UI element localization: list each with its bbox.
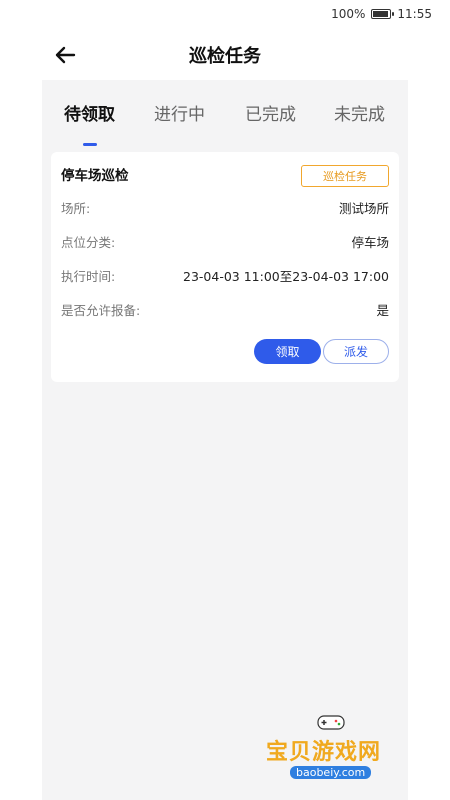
tab-pending[interactable]: 待领取 [64, 100, 115, 125]
row-allow-report: 是否允许报备: 是 [61, 300, 389, 319]
row-label: 执行时间: [61, 269, 116, 284]
row-value: 测试场所 [338, 201, 389, 216]
task-card[interactable]: 停车场巡检 巡检任务 场所: 测试场所 点位分类: 停车场 执行时间: 23-0… [51, 152, 399, 382]
watermark-url: baobeiy.com [290, 766, 372, 779]
task-title: 停车场巡检 [61, 168, 129, 184]
row-value: 是 [376, 303, 389, 318]
tab-bar: 待领取 进行中 已完成 未完成 [42, 96, 408, 146]
row-value: 23-04-03 11:00至23-04-03 17:00 [183, 269, 389, 284]
row-location: 场所: 测试场所 [61, 198, 389, 217]
clock: 11:55 [397, 7, 432, 21]
tab-in-progress[interactable]: 进行中 [154, 100, 205, 125]
tab-incomplete[interactable]: 未完成 [334, 100, 385, 125]
row-exec-time: 执行时间: 23-04-03 11:00至23-04-03 17:00 [61, 266, 389, 285]
task-type-badge: 巡检任务 [301, 165, 389, 187]
watermark-text: 宝贝游戏网 [266, 740, 382, 765]
content-panel: 待领取 进行中 已完成 未完成 停车场巡检 巡检任务 场所: 测试场所 点位分类… [42, 80, 408, 800]
status-right: 100% 11:55 [331, 7, 432, 21]
row-value: 停车场 [351, 235, 389, 250]
battery-percent: 100% [331, 7, 366, 21]
gamepad-icon [316, 712, 346, 732]
status-bar: 100% 11:55 [0, 0, 450, 30]
row-label: 是否允许报备: [61, 303, 141, 318]
page-title: 巡检任务 [189, 46, 261, 67]
active-tab-indicator [83, 143, 97, 146]
row-point-category: 点位分类: 停车场 [61, 232, 389, 251]
tab-completed[interactable]: 已完成 [245, 100, 296, 125]
header: 巡检任务 [0, 32, 450, 78]
dispatch-button[interactable]: 派发 [323, 339, 389, 364]
claim-button[interactable]: 领取 [254, 339, 321, 364]
row-label: 场所: [61, 201, 91, 216]
watermark: 宝贝游戏网 baobeiy.com [266, 712, 416, 782]
battery-icon [371, 9, 395, 19]
row-label: 点位分类: [61, 235, 116, 250]
